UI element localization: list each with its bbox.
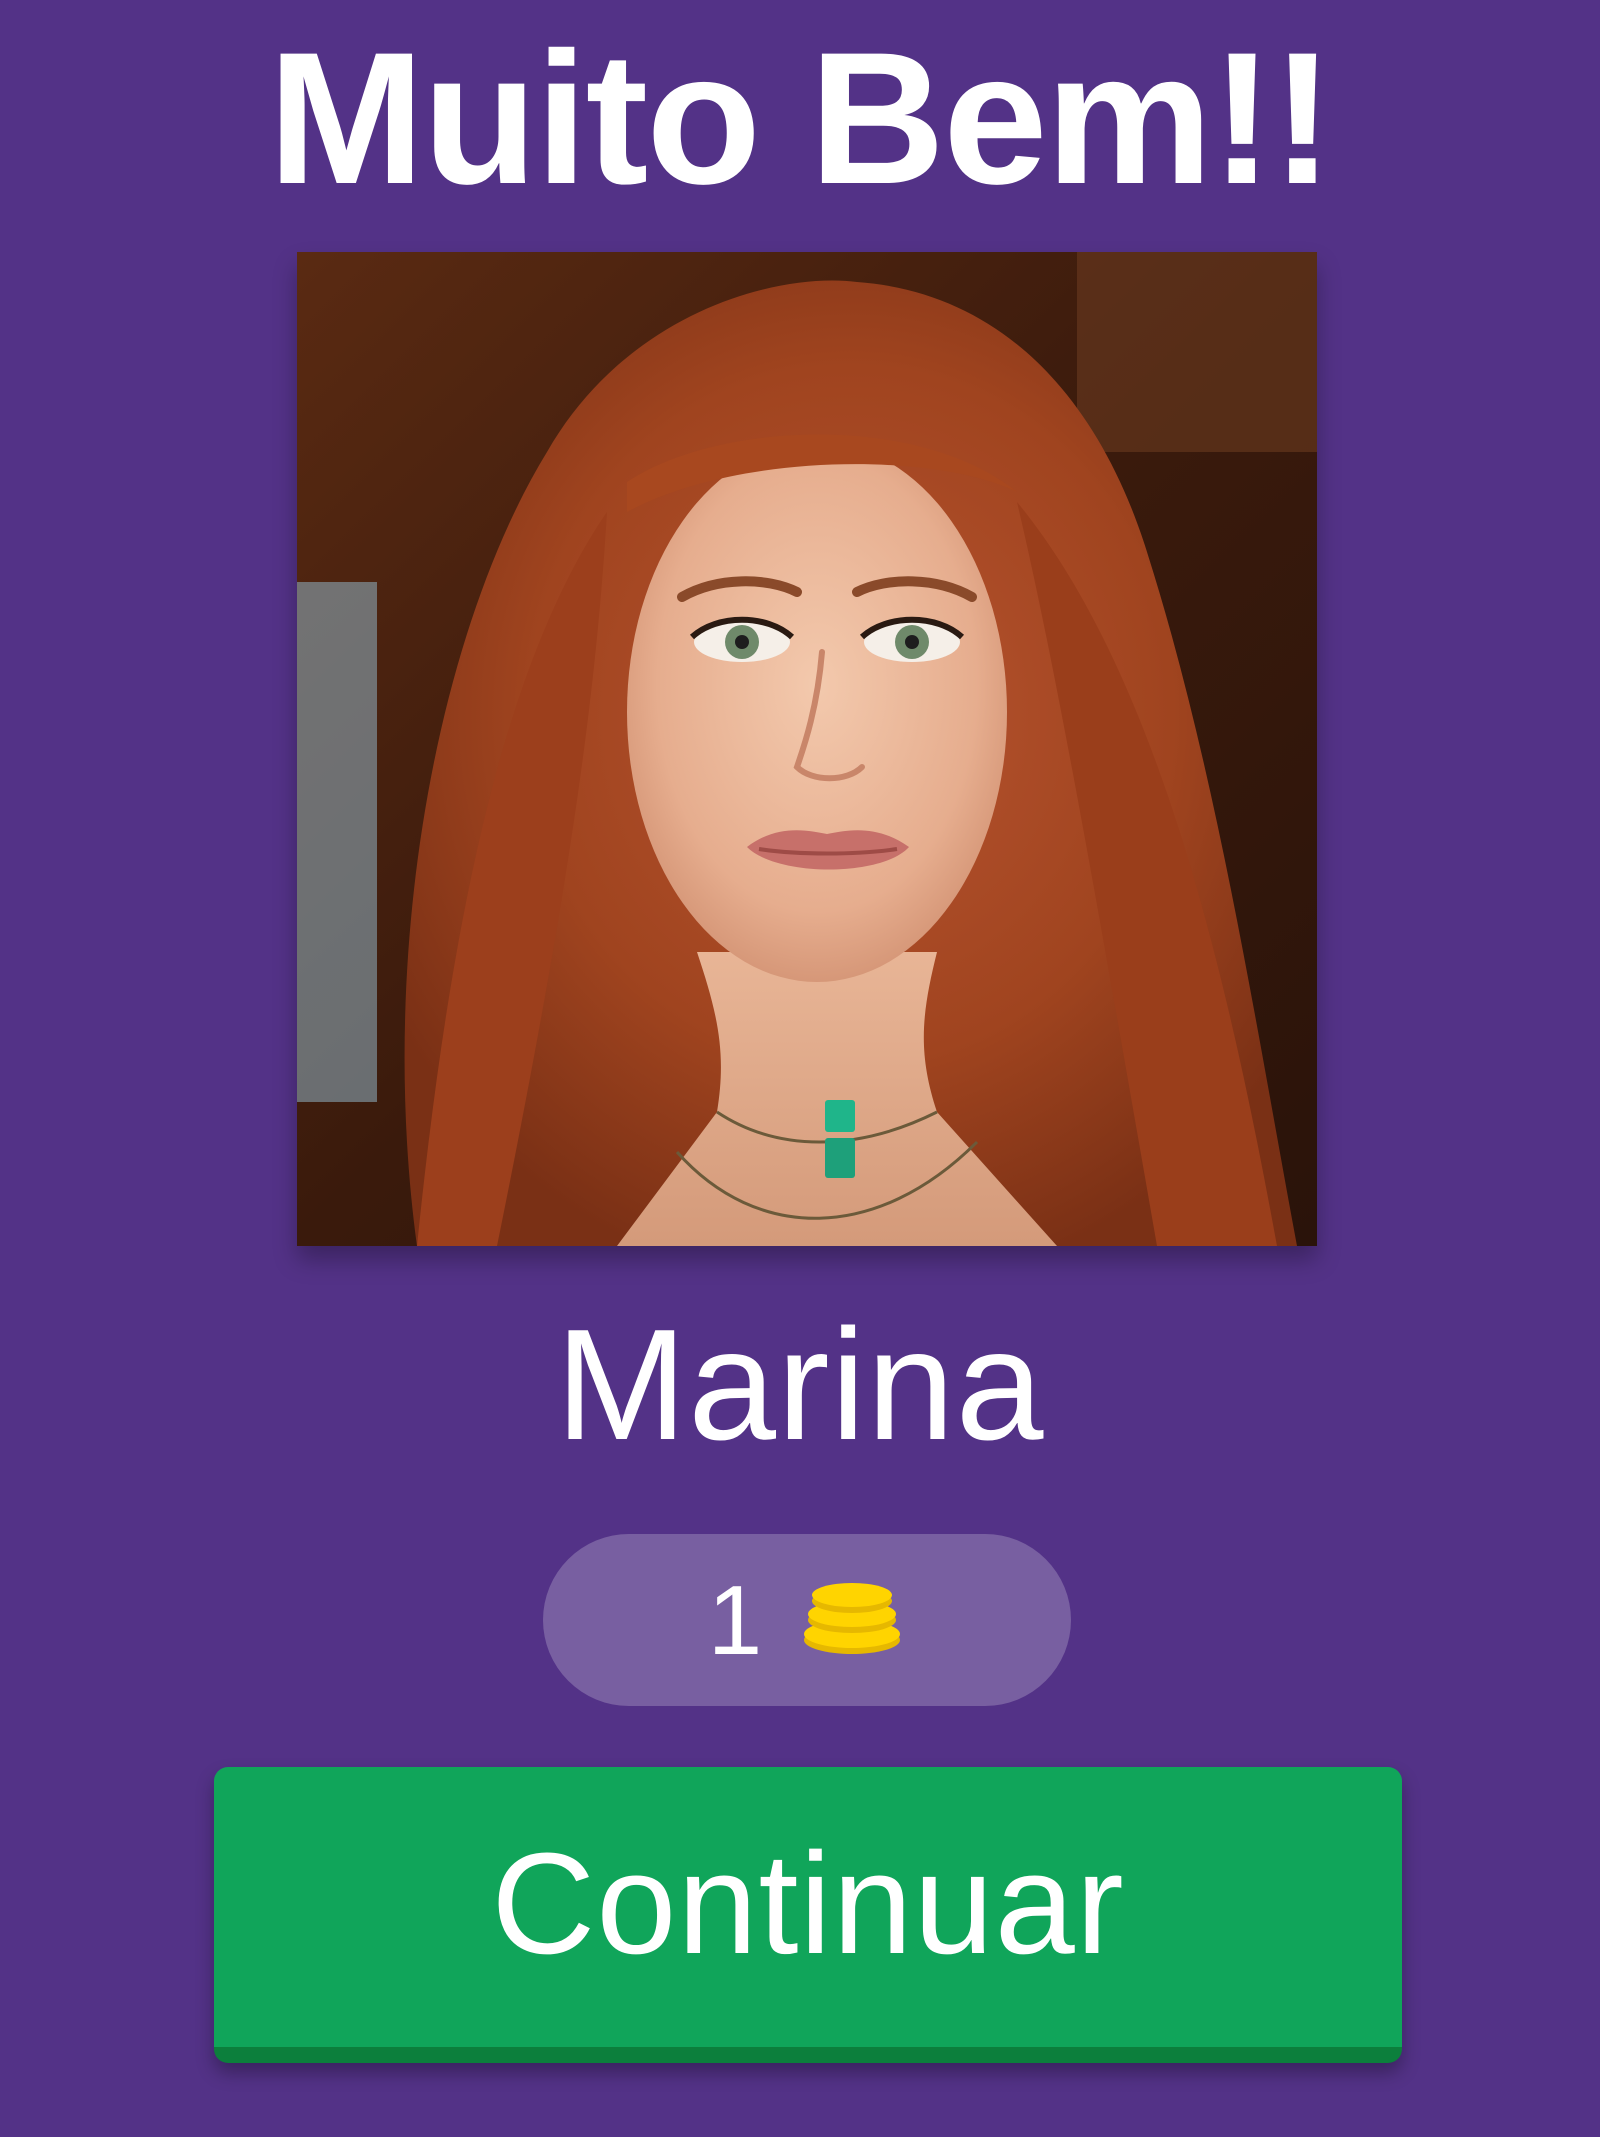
continue-button[interactable]: Continuar	[214, 1767, 1402, 2063]
coin-amount: 1	[707, 1565, 763, 1675]
celebrity-photo	[297, 252, 1317, 1246]
success-title: Muito Bem!!	[267, 13, 1334, 223]
coins-icon	[798, 1580, 906, 1660]
answer-name: Marina	[555, 1297, 1045, 1473]
continue-button-label: Continuar	[491, 1823, 1125, 1984]
result-screen: Muito Bem!! Marina 1 Continuar	[0, 0, 1600, 2137]
coin-reward-badge: 1	[543, 1534, 1071, 1706]
